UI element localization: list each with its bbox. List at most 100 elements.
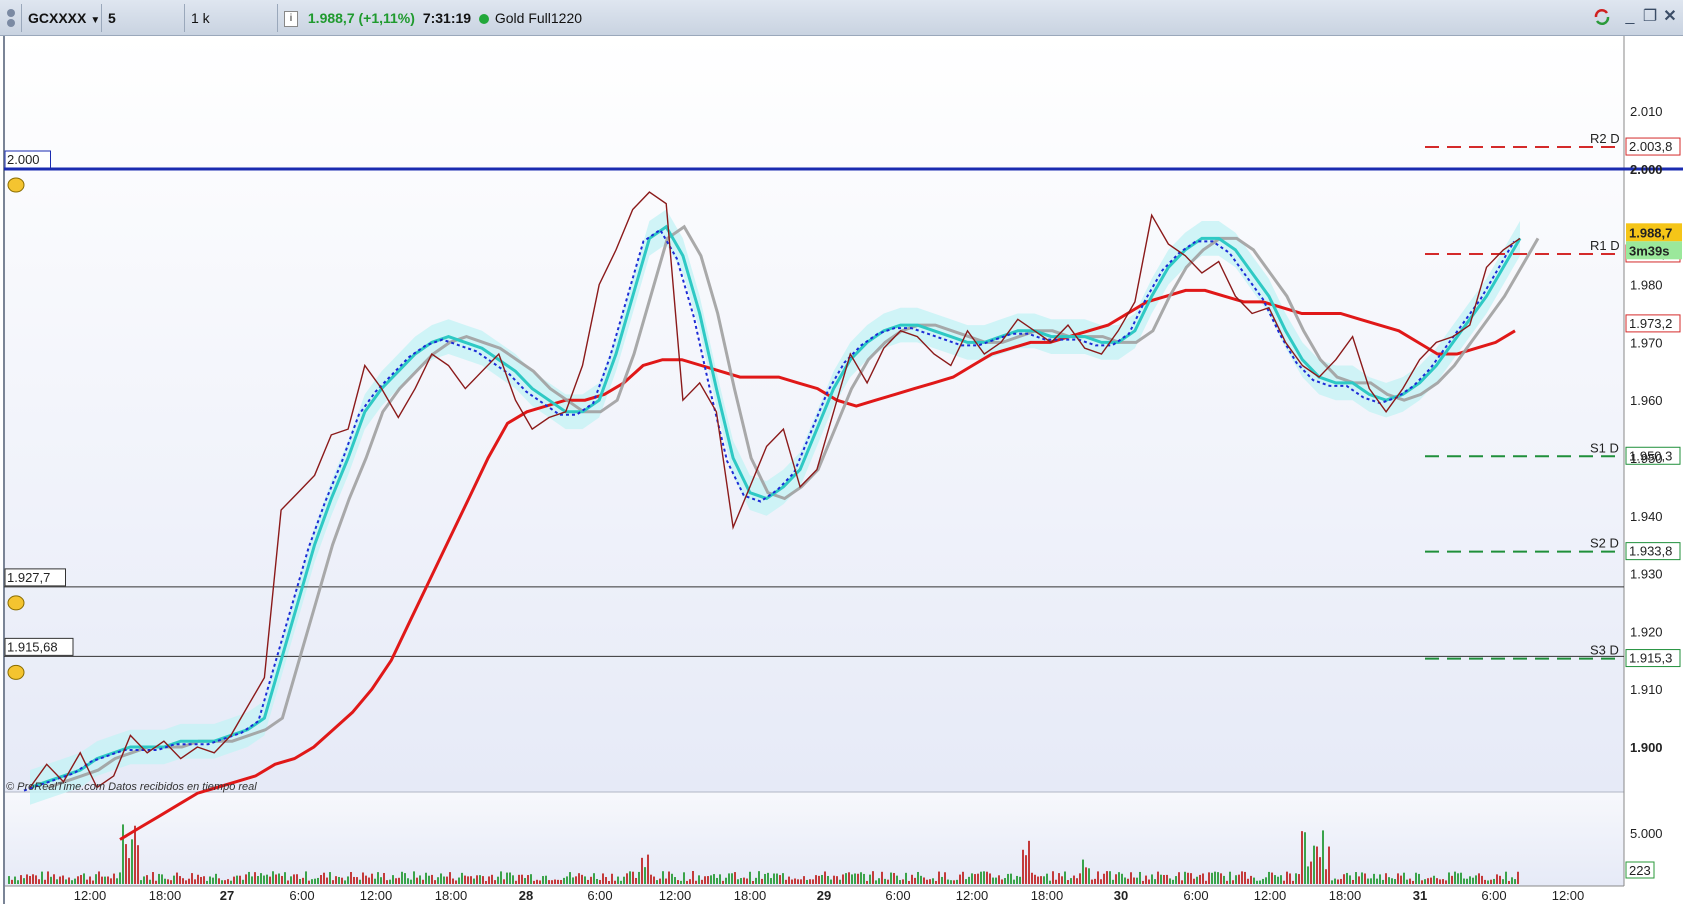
volume-bar	[401, 871, 403, 884]
volume-bar	[1403, 872, 1405, 884]
volume-bar	[1514, 879, 1516, 884]
volume-bar	[893, 872, 895, 884]
volume-bar	[1451, 875, 1453, 884]
info-icon[interactable]: i	[284, 11, 298, 28]
volume-bar	[1493, 878, 1495, 884]
volume-bar	[665, 878, 667, 884]
volume-bar	[35, 875, 37, 884]
volume-bar	[1133, 877, 1135, 884]
volume-bar	[539, 880, 541, 884]
time-tick-label: 28	[519, 888, 533, 903]
symbol-label: GCXXXX	[28, 10, 87, 26]
volume-bar	[302, 877, 304, 884]
symbol-selector[interactable]: GCXXXX ▼	[22, 4, 102, 32]
volume-bar	[899, 880, 901, 884]
volume-bar	[1445, 880, 1447, 884]
volume-bar	[272, 871, 274, 884]
volume-bar	[20, 875, 22, 884]
volume-bar	[773, 873, 775, 884]
bell-icon[interactable]	[7, 595, 25, 611]
minimize-icon[interactable]: _	[1620, 6, 1640, 28]
time-tick-label: 18:00	[1031, 888, 1064, 903]
volume-bar	[47, 871, 49, 884]
volume-bar	[8, 876, 10, 884]
volume-bar	[869, 874, 871, 884]
volume-bar	[1328, 846, 1330, 884]
units-selector[interactable]: 1 k unidades▼	[185, 4, 278, 54]
time-axis-ticks: 12:00 18:00 27 6:00 12:00 18:00 28 6:00 12:00 18:…	[74, 888, 1585, 903]
price-chart[interactable]: R2 D2.003,8R1 D1.985,31.973,2S1 D1.950,3…	[0, 36, 1683, 904]
volume-bar	[311, 879, 313, 884]
time-tick-label: 27	[220, 888, 234, 903]
volume-bar	[281, 875, 283, 884]
close-icon[interactable]: ✕	[1660, 6, 1680, 28]
volume-bar	[1160, 874, 1162, 884]
volume-bar	[761, 878, 763, 884]
volume-bar	[419, 875, 421, 884]
pivot-value-label: 1.915,3	[1629, 651, 1672, 666]
volume-bar	[224, 880, 226, 884]
volume-bar	[674, 877, 676, 884]
timeframe-selector[interactable]: 5 minutos▼	[102, 4, 185, 54]
time-tick-label: 6:00	[885, 888, 910, 903]
volume-bar	[1085, 867, 1087, 884]
volume-bar	[497, 876, 499, 884]
volume-bar	[284, 872, 286, 884]
settings-grid-icon[interactable]	[0, 4, 22, 32]
volume-bar	[1256, 880, 1258, 884]
volume-bar	[860, 872, 862, 884]
volume-bar	[662, 871, 664, 884]
volume-bar	[1271, 872, 1273, 884]
volume-bar	[1169, 878, 1171, 884]
volume-bar	[1058, 873, 1060, 884]
price-tick-label: 2.010	[1630, 104, 1663, 119]
volume-bar	[998, 875, 1000, 884]
volume-bar	[1325, 869, 1327, 884]
volume-bar	[428, 875, 430, 884]
volume-bar	[296, 874, 298, 884]
volume-bar	[1229, 871, 1231, 884]
volume-bar	[473, 878, 475, 884]
volume-bar	[254, 872, 256, 884]
volume-bar	[500, 871, 502, 884]
volume-bar	[440, 873, 442, 884]
volume-bar	[1436, 878, 1438, 884]
volume-bar	[86, 879, 88, 884]
bell-icon[interactable]	[7, 177, 25, 193]
volume-bar	[1463, 878, 1465, 884]
footer-note: © ProRealTime.com Datos recibidos en tie…	[6, 781, 257, 793]
volume-bar	[1334, 878, 1336, 884]
volume-bar	[626, 873, 628, 884]
volume-bar	[1343, 874, 1345, 884]
volume-bar	[407, 878, 409, 884]
volume-bar	[629, 871, 631, 884]
volume-bar	[764, 873, 766, 884]
volume-bar	[920, 875, 922, 884]
volume-bar	[1184, 871, 1186, 884]
volume-bar	[572, 877, 574, 884]
volume-bar	[371, 873, 373, 884]
volume-bar	[1289, 873, 1291, 884]
volume-bar	[1487, 880, 1489, 884]
volume-bar	[980, 871, 982, 884]
volume-bar	[173, 875, 175, 884]
volume-bar	[1055, 879, 1057, 884]
bell-icon[interactable]	[7, 664, 25, 680]
volume-bar	[995, 877, 997, 884]
volume-bar	[68, 877, 70, 884]
volume-bar	[866, 880, 868, 884]
price-tick-label: 1.950	[1630, 451, 1663, 466]
volume-bar	[551, 880, 553, 884]
volume-bar	[83, 873, 85, 884]
volume-bar	[1517, 871, 1519, 884]
volume-bar	[941, 876, 943, 884]
volume-bar	[1331, 880, 1333, 884]
sync-icon[interactable]	[1592, 6, 1612, 28]
volume-bar	[728, 873, 730, 884]
volume-bar	[1307, 866, 1309, 884]
volume-bar	[1490, 879, 1492, 884]
volume-bar	[1112, 879, 1114, 884]
restore-icon[interactable]: ❐	[1640, 6, 1660, 28]
volume-bar	[221, 880, 223, 884]
volume-bar	[767, 872, 769, 884]
